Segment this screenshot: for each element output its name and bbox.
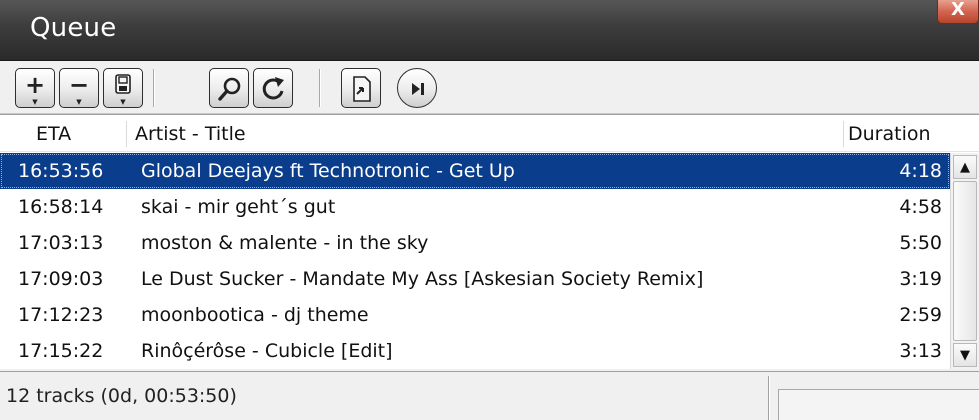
refresh-button[interactable] (253, 68, 293, 108)
table-row[interactable]: 17:09:03 Le Dust Sucker - Mandate My Ass… (0, 261, 950, 297)
cell-duration: 2:59 (899, 304, 942, 326)
play-next-icon (412, 83, 424, 95)
save-icon (115, 74, 131, 94)
toolbar-separator (319, 69, 321, 107)
queue-list[interactable]: ETA Artist - Title Duration 16:53:56 Glo… (0, 114, 979, 369)
chevron-down-icon: ▼ (32, 98, 38, 106)
status-panel (778, 389, 979, 420)
table-row[interactable]: 16:58:14 skai - mir geht´s gut 4:58 (0, 189, 950, 225)
search-button[interactable] (209, 68, 249, 108)
cell-eta: 17:15:22 (18, 340, 104, 362)
chevron-down-icon: ▼ (76, 98, 82, 106)
table-row[interactable]: 17:12:23 moonbootica - dj theme 2:59 (0, 297, 950, 333)
column-divider[interactable] (126, 121, 127, 147)
arrow-up-icon: ▲ (960, 160, 970, 175)
status-divider (768, 376, 770, 420)
remove-track-button[interactable]: − ▼ (59, 68, 99, 108)
cell-title: moonbootica - dj theme (141, 304, 369, 326)
search-icon (218, 77, 241, 101)
cell-eta: 17:03:13 (18, 232, 104, 254)
queue-rows: 16:53:56 Global Deejays ft Technotronic … (0, 153, 950, 369)
toolbar-separator (153, 69, 155, 107)
arrow-down-icon: ▼ (960, 348, 970, 363)
cell-duration: 3:19 (899, 268, 942, 290)
scroll-up-button[interactable]: ▲ (953, 155, 977, 179)
table-row[interactable]: 16:53:56 Global Deejays ft Technotronic … (0, 153, 950, 189)
window-title: Queue (30, 13, 117, 43)
refresh-icon (262, 77, 284, 100)
cell-eta: 16:53:56 (18, 160, 104, 182)
table-row[interactable]: 17:15:22 Rinôçérôse - Cubicle [Edit] 3:1… (0, 333, 950, 369)
play-next-button[interactable] (397, 68, 437, 108)
status-bar: 12 tracks (0d, 00:53:50) (0, 371, 979, 420)
scroll-thumb[interactable] (953, 181, 977, 341)
export-icon (353, 76, 371, 102)
cell-title: Rinôçérôse - Cubicle [Edit] (141, 340, 393, 362)
vertical-scrollbar[interactable]: ▲ ▼ (950, 153, 979, 369)
save-queue-button[interactable]: ▼ (103, 68, 143, 108)
add-track-button[interactable]: + ▼ (15, 68, 55, 108)
minus-icon: − (68, 71, 90, 99)
column-duration[interactable]: Duration (848, 123, 931, 145)
cell-title: Global Deejays ft Technotronic - Get Up (141, 160, 515, 182)
chevron-down-icon: ▼ (120, 98, 126, 106)
column-eta[interactable]: ETA (36, 123, 71, 145)
list-header: ETA Artist - Title Duration (0, 115, 979, 152)
close-icon[interactable]: X (938, 0, 978, 20)
cell-duration: 4:58 (899, 196, 942, 218)
cell-title: Le Dust Sucker - Mandate My Ass [Askesia… (141, 268, 704, 290)
plus-icon: + (24, 71, 46, 99)
export-button[interactable] (341, 68, 381, 108)
cell-eta: 16:58:14 (18, 196, 104, 218)
cell-eta: 17:12:23 (18, 304, 104, 326)
cell-title: moston & malente - in the sky (141, 232, 429, 254)
cell-duration: 4:18 (899, 160, 942, 182)
table-row[interactable]: 17:03:13 moston & malente - in the sky 5… (0, 225, 950, 261)
cell-eta: 17:09:03 (18, 268, 104, 290)
close-button[interactable]: X (937, 0, 979, 24)
cell-duration: 5:50 (899, 232, 942, 254)
track-summary: 12 tracks (0d, 00:53:50) (6, 385, 237, 407)
cell-title: skai - mir geht´s gut (141, 196, 336, 218)
column-divider[interactable] (843, 121, 844, 147)
column-artist-title[interactable]: Artist - Title (135, 123, 246, 145)
scroll-down-button[interactable]: ▼ (953, 343, 977, 367)
title-bar: Queue X (0, 0, 979, 61)
toolbar: + ▼ − ▼ ▼ (0, 61, 979, 114)
cell-duration: 3:13 (899, 340, 942, 362)
